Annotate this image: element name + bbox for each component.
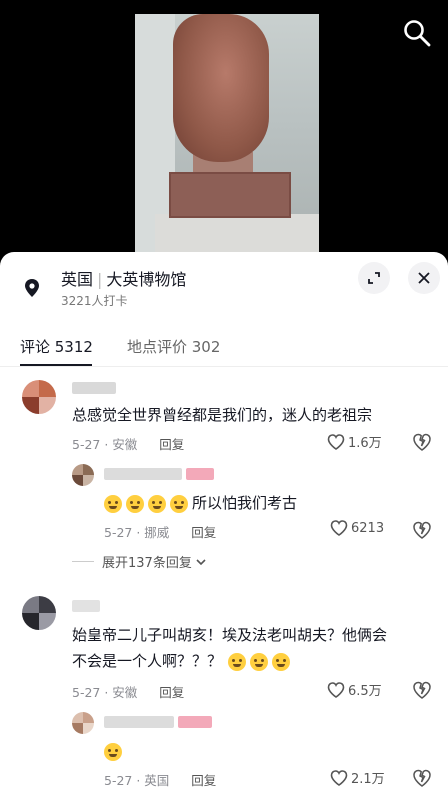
crying-emoji-icon	[228, 652, 247, 671]
tab-location-reviews[interactable]: 地点评价 302	[127, 336, 220, 357]
tab-bar: 评论 5312 地点评价 302	[0, 332, 448, 367]
reply-text	[104, 738, 126, 764]
title-separator: |	[97, 270, 103, 289]
reply-message: 所以怕我们考古	[192, 494, 298, 512]
like-button[interactable]: 6.5万	[327, 680, 382, 699]
chevron-down-icon	[196, 558, 206, 565]
like-count: 2.1万	[351, 772, 385, 787]
expand-replies-button[interactable]: 展开137条回复	[72, 552, 207, 571]
heart-icon	[327, 433, 345, 450]
author-badge	[186, 468, 214, 480]
statue-photo	[135, 14, 319, 262]
comment-date-location: 5-27 · 挪威	[104, 525, 170, 540]
avatar[interactable]	[72, 712, 94, 734]
reply-button[interactable]: 回复	[191, 525, 216, 540]
dislike-icon[interactable]	[412, 520, 432, 540]
collapse-button[interactable]	[358, 262, 390, 294]
username-blurred[interactable]	[104, 468, 182, 480]
close-button[interactable]	[408, 262, 440, 294]
location-title[interactable]: 英国 | 大英博物馆	[61, 266, 186, 290]
reply-button[interactable]: 回复	[191, 773, 216, 788]
crying-emoji-icon	[148, 494, 166, 513]
search-icon[interactable]	[402, 18, 432, 48]
comment-text: 始皇帝二儿子叫胡亥！埃及法老叫胡夫？他俩会 不会是一个人啊？？？	[72, 622, 387, 674]
like-button[interactable]: 6213	[330, 520, 384, 536]
checkin-count: 3221人打卡	[61, 294, 128, 308]
heart-icon	[327, 681, 345, 698]
avatar[interactable]	[22, 596, 56, 630]
avatar[interactable]	[72, 464, 94, 486]
comment-date-location: 5-27 · 安徽	[72, 437, 138, 452]
tab-comments[interactable]: 评论 5312	[20, 336, 93, 357]
like-button[interactable]: 2.1万	[330, 768, 385, 787]
location-pin-icon	[25, 279, 39, 297]
comment-meta: 5-27 · 安徽 回复	[72, 434, 184, 453]
comment-meta: 5-27 · 安徽 回复	[72, 682, 184, 701]
username-blurred[interactable]	[72, 382, 116, 394]
reply-button[interactable]: 回复	[159, 437, 184, 452]
crying-emoji-icon	[250, 652, 269, 671]
dislike-icon[interactable]	[412, 768, 432, 788]
like-count: 6.5万	[348, 684, 382, 699]
like-button[interactable]: 1.6万	[327, 432, 382, 451]
like-count: 1.6万	[348, 436, 382, 451]
close-icon	[418, 272, 430, 284]
collapse-icon	[368, 272, 380, 284]
crying-emoji-icon	[126, 494, 144, 513]
location-country: 英国	[61, 270, 94, 289]
comment-text-line: 不会是一个人啊？？？	[72, 652, 223, 670]
comment-text-line-2: 不会是一个人啊？？？	[72, 648, 387, 674]
heart-icon	[330, 769, 348, 786]
reply-text: 所以怕我们考古	[104, 490, 297, 516]
statue-head	[173, 14, 269, 162]
crying-emoji-icon	[170, 494, 188, 513]
comments-sheet: 英国 | 大英博物馆 3221人打卡 评论 5312 地点评价 302 总感觉全世界…	[0, 252, 448, 796]
crying-emoji-icon	[104, 742, 122, 761]
comment-date-location: 5-27 · 英国	[104, 773, 170, 788]
statue-plinth	[169, 172, 291, 218]
comment-text-line: 始皇帝二儿子叫胡亥！埃及法老叫胡夫？他俩会	[72, 626, 388, 644]
avatar[interactable]	[22, 380, 56, 414]
comment-meta: 5-27 · 挪威 回复	[104, 522, 216, 541]
dislike-icon[interactable]	[412, 680, 432, 700]
comment-date-location: 5-27 · 安徽	[72, 685, 138, 700]
expand-replies-label: 展开137条回复	[102, 556, 192, 571]
username-blurred[interactable]	[72, 600, 100, 612]
heart-icon	[330, 520, 348, 536]
reply-button[interactable]: 回复	[159, 685, 184, 700]
video-area[interactable]	[0, 0, 448, 262]
comment-text: 总感觉全世界曾经都是我们的，迷人的老祖宗	[72, 406, 373, 424]
like-count: 6213	[351, 520, 385, 536]
divider	[72, 561, 94, 562]
active-tab-indicator	[20, 364, 92, 366]
crying-emoji-icon	[272, 652, 291, 671]
author-badge	[178, 716, 212, 728]
location-name: 大英博物馆	[106, 270, 187, 289]
username-blurred[interactable]	[104, 716, 174, 728]
comment-meta: 5-27 · 英国 回复	[104, 770, 216, 789]
crying-emoji-icon	[104, 494, 122, 513]
dislike-icon[interactable]	[412, 432, 432, 452]
